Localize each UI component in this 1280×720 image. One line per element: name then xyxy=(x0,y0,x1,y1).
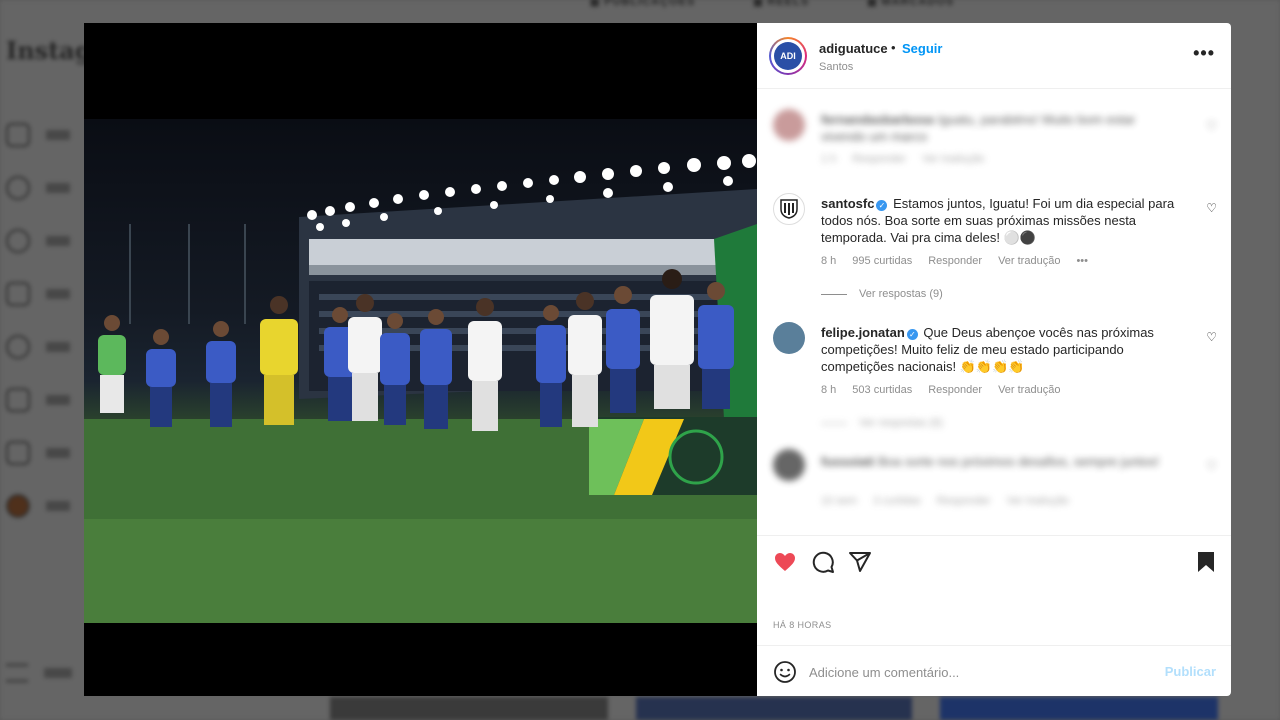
commenter-avatar[interactable] xyxy=(773,322,805,354)
post-location[interactable]: Santos xyxy=(819,61,853,73)
comment-time: 8 h xyxy=(821,255,837,267)
account-avatar[interactable]: ADI xyxy=(769,37,807,75)
comment-likes[interactable]: 3 curtidas xyxy=(873,495,921,507)
comment-like-icon[interactable]: ♡ xyxy=(1206,201,1217,215)
comment-item: santosfc ✓ Estamos juntos, Iguatu! Foi um… xyxy=(757,193,1231,303)
comment-username[interactable]: fussoiati xyxy=(821,454,874,469)
comment-like-icon[interactable]: ♡ xyxy=(1206,459,1217,473)
account-username[interactable]: adiguatuce xyxy=(819,41,888,56)
commenter-avatar[interactable] xyxy=(773,449,805,481)
comment-item: fussoiati Boa sorte nos próximos desafio… xyxy=(757,449,1231,519)
post-side-panel: ADI adiguatuce • Seguir Santos ••• ferna… xyxy=(757,23,1231,696)
comment-options-icon[interactable]: ••• xyxy=(1076,255,1088,267)
comment-time: 1 h xyxy=(821,153,837,165)
translate-button[interactable]: Ver tradução xyxy=(998,255,1060,267)
comment-time: 8 h xyxy=(821,384,837,396)
comment-likes[interactable]: 995 curtidas xyxy=(852,255,912,267)
comment-username[interactable]: santosfc xyxy=(821,196,874,211)
translate-button[interactable]: Ver tradução xyxy=(922,153,984,165)
commenter-avatar[interactable] xyxy=(773,193,805,225)
more-options-icon[interactable]: ••• xyxy=(1193,43,1215,64)
santos-crest-icon xyxy=(780,199,798,219)
comment-text: Boa sorte nos próximos desafios, sempre … xyxy=(878,454,1160,469)
comment-like-icon[interactable]: ♡ xyxy=(1206,119,1217,133)
reply-button[interactable]: Responder xyxy=(928,384,982,396)
verified-badge-icon: ✓ xyxy=(876,200,888,211)
stadium-team-photo xyxy=(84,154,757,623)
emoji-icon[interactable] xyxy=(773,660,797,684)
comment-username[interactable]: felipe.jonatan xyxy=(821,325,905,340)
reply-button[interactable]: Responder xyxy=(928,255,982,267)
comment-item: felipe.jonatan ✓ Que Deus abençoe vocês n… xyxy=(757,322,1231,432)
post-photo xyxy=(84,119,757,623)
comment-icon[interactable] xyxy=(811,550,835,574)
post-actions: HÁ 8 HORAS xyxy=(757,535,1231,635)
post-timestamp: HÁ 8 HORAS xyxy=(773,620,832,630)
reply-button[interactable]: Responder xyxy=(937,495,991,507)
verified-badge-icon: ✓ xyxy=(906,329,918,340)
post-header: ADI adiguatuce • Seguir Santos ••• xyxy=(757,23,1231,89)
like-heart-icon[interactable] xyxy=(773,550,797,574)
add-comment-bar: Publicar xyxy=(757,645,1231,696)
post-media xyxy=(84,23,757,696)
publish-button[interactable]: Publicar xyxy=(1165,664,1216,679)
reply-button[interactable]: Responder xyxy=(852,153,906,165)
comment-item: fernandasbarbosa Iguatu, parabéns! Muito… xyxy=(757,105,1231,169)
view-replies-button[interactable]: Ver respostas (9) xyxy=(821,288,943,300)
commenter-avatar[interactable] xyxy=(773,109,805,141)
translate-button[interactable]: Ver tradução xyxy=(1007,495,1069,507)
view-replies-label: Ver respostas (6) xyxy=(859,417,943,429)
view-replies-label: Ver respostas (9) xyxy=(859,288,943,300)
comment-input[interactable] xyxy=(809,660,1149,684)
comments-list[interactable]: fernandasbarbosa Iguatu, parabéns! Muito… xyxy=(757,89,1231,535)
view-replies-button[interactable]: Ver respostas (6) xyxy=(821,417,943,429)
comment-username[interactable]: fernandasbarbosa xyxy=(821,112,934,127)
comment-time: 10 sem xyxy=(821,495,858,507)
avatar-image: ADI xyxy=(774,42,802,70)
comment-like-icon[interactable]: ♡ xyxy=(1206,330,1217,344)
translate-button[interactable]: Ver tradução xyxy=(998,384,1060,396)
save-bookmark-icon[interactable] xyxy=(1194,550,1218,574)
follow-button[interactable]: Seguir xyxy=(902,41,942,56)
share-icon[interactable] xyxy=(848,550,872,574)
comment-likes[interactable]: 503 curtidas xyxy=(852,384,912,396)
separator-dot: • xyxy=(891,40,896,55)
